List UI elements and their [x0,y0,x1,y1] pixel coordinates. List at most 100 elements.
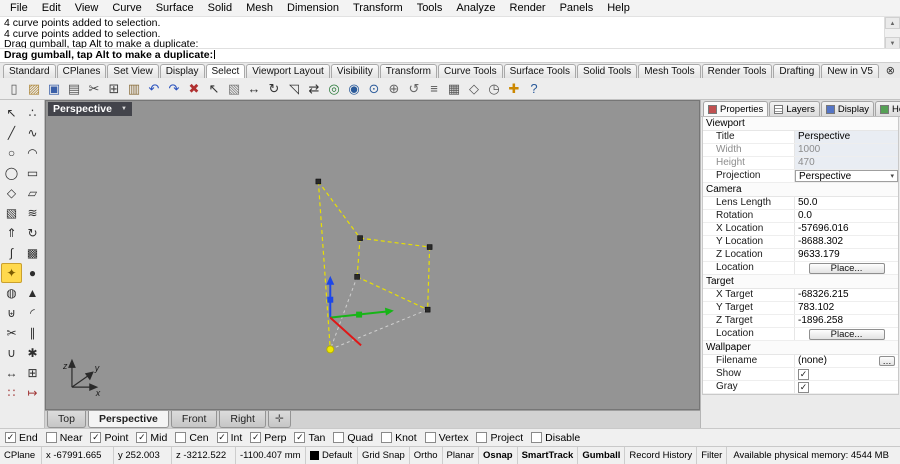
y-location-field[interactable]: -8688.302 [795,236,898,248]
menu-item[interactable]: Render [503,0,553,16]
new-file-icon[interactable]: ▯ [4,79,24,99]
plane-tool-icon[interactable]: ▱ [22,183,43,203]
wallpaper-filename-field[interactable]: (none) … [795,355,898,367]
help-icon[interactable]: ? [524,79,544,99]
paste-icon[interactable]: ▥ [124,79,144,99]
toolbar-tab[interactable]: Surface Tools [503,64,576,78]
menu-item[interactable]: Panels [553,0,601,16]
command-history-scrollbar[interactable]: ▲ ▼ [884,17,900,49]
toolbar-tab[interactable]: Mesh Tools [638,64,701,78]
osnap-project[interactable]: Project [476,432,523,444]
rectangle-tool-icon[interactable]: ▭ [22,163,43,183]
record-history-toggle[interactable]: Record History [625,447,698,464]
menu-item[interactable]: Tools [410,0,450,16]
osnap-quad[interactable]: Quad [333,432,373,444]
osnap-knot[interactable]: Knot [381,432,417,444]
polygon-tool-icon[interactable]: ◇ [1,183,22,203]
cplane-button[interactable]: CPlane [0,447,42,464]
checkbox[interactable]: ✓ [136,432,148,443]
checkbox[interactable]: ✓ [5,432,16,443]
display-mode-icon[interactable]: ▦ [444,79,464,99]
boolean-tool-icon[interactable]: ⊎ [1,303,22,323]
viewport-title[interactable]: Perspective ▼ [48,102,132,116]
checkbox[interactable] [333,432,345,443]
osnap-end[interactable]: ✓ End [5,432,38,444]
tab-perspective[interactable]: Perspective [87,411,169,428]
gumball[interactable] [326,275,394,347]
toolbar-tab[interactable]: Render Tools [701,64,773,78]
selected-point[interactable] [326,345,335,354]
tab-right[interactable]: Right [219,411,266,428]
osnap-disable[interactable]: Disable [531,432,580,444]
dimension-tool-icon[interactable]: ↦ [22,383,43,403]
box-tool-icon[interactable]: ▩ [22,243,43,263]
sphere-tool-icon[interactable]: ● [22,263,43,283]
close-toolbar-icon[interactable]: ⊗ [884,64,897,78]
checkbox[interactable]: ✓ [250,432,262,443]
grid-snap-toggle[interactable]: Grid Snap [358,447,410,464]
osnap-perp[interactable]: ✓ Perp [250,432,286,444]
osnap-cen[interactable]: Cen [175,432,209,444]
tab-top[interactable]: Top [47,411,86,428]
projection-select[interactable]: Perspective ▾ [795,170,898,182]
menu-item[interactable]: Surface [149,0,201,16]
osnap-vertex[interactable]: Vertex [424,432,468,444]
menu-item[interactable]: Analyze [449,0,502,16]
open-file-icon[interactable]: ▨ [24,79,44,99]
tab-help[interactable]: Help [874,101,900,116]
cylinder-tool-icon[interactable]: ◍ [1,283,22,303]
layers-icon[interactable]: ≡ [424,79,444,99]
split-tool-icon[interactable]: ∥ [22,323,43,343]
gumball-toggle[interactable]: Gumball [578,447,626,464]
checkbox[interactable] [175,432,187,443]
osnap-near[interactable]: Near [45,432,82,444]
filter-toggle[interactable]: Filter [697,447,728,464]
checkbox[interactable] [381,432,393,443]
ellipse-tool-icon[interactable]: ◯ [1,163,22,183]
record-history-icon[interactable]: ◷ [484,79,504,99]
browse-button[interactable]: … [879,356,895,366]
move-tool-icon[interactable]: ↔ [1,363,22,383]
osnap-mid[interactable]: ✓ Mid [136,432,167,444]
menu-item[interactable]: Curve [105,0,148,16]
pan-icon[interactable]: ⊕ [384,79,404,99]
move-icon[interactable]: ↔ [244,79,264,99]
wallpaper-gray-checkbox[interactable]: ✓ [798,381,809,393]
polyline-tool-icon[interactable]: ╱ [1,123,22,143]
gumball-z-arrow[interactable] [326,275,335,285]
tab-layers[interactable]: Layers [769,101,820,116]
mirror-icon[interactable]: ⇄ [304,79,324,99]
ortho-toggle[interactable]: Ortho [410,447,443,464]
osnap-int[interactable]: ✓ Int [216,432,242,444]
selected-wireframe[interactable] [317,181,431,350]
gumball-y-arrow[interactable] [384,307,394,316]
menu-item[interactable]: Edit [35,0,68,16]
tab-front[interactable]: Front [170,411,218,428]
save-icon[interactable]: ▣ [44,79,64,99]
arc-tool-icon[interactable]: ◠ [22,143,43,163]
toolbar-tab[interactable]: Set View [107,64,159,78]
checkbox[interactable] [476,432,488,443]
x-location-field[interactable]: -57696.016 [795,223,898,235]
new-viewport-tab-button[interactable]: ✛ [267,411,291,428]
tab-properties[interactable]: Properties [703,101,769,116]
toolbar-tab[interactable]: Drafting [773,64,821,78]
rotate-icon[interactable]: ↻ [264,79,284,99]
toolbar-tab[interactable]: Standard [3,64,56,78]
perspective-viewport[interactable]: z y x Perspective ▼ [45,100,700,410]
undo-view-icon[interactable]: ↺ [404,79,424,99]
viewport-menu-icon[interactable]: ▼ [121,103,127,116]
gumball-icon[interactable]: ✚ [504,79,524,99]
delete-icon[interactable]: ✖ [184,79,204,99]
redo-icon[interactable]: ↷ [164,79,184,99]
cut-icon[interactable]: ✂ [84,79,104,99]
copy-icon[interactable]: ⊞ [104,79,124,99]
y-target-field[interactable]: 783.102 [795,302,898,314]
planar-toggle[interactable]: Planar [443,447,480,464]
x-target-field[interactable]: -68326.215 [795,289,898,301]
smarttrack-toggle[interactable]: SmartTrack [518,447,579,464]
checkbox[interactable]: ✓ [294,432,306,443]
zoom-extents-icon[interactable]: ◎ [324,79,344,99]
menu-item[interactable]: Transform [346,0,410,16]
target-place-button[interactable]: Place... [808,328,885,340]
